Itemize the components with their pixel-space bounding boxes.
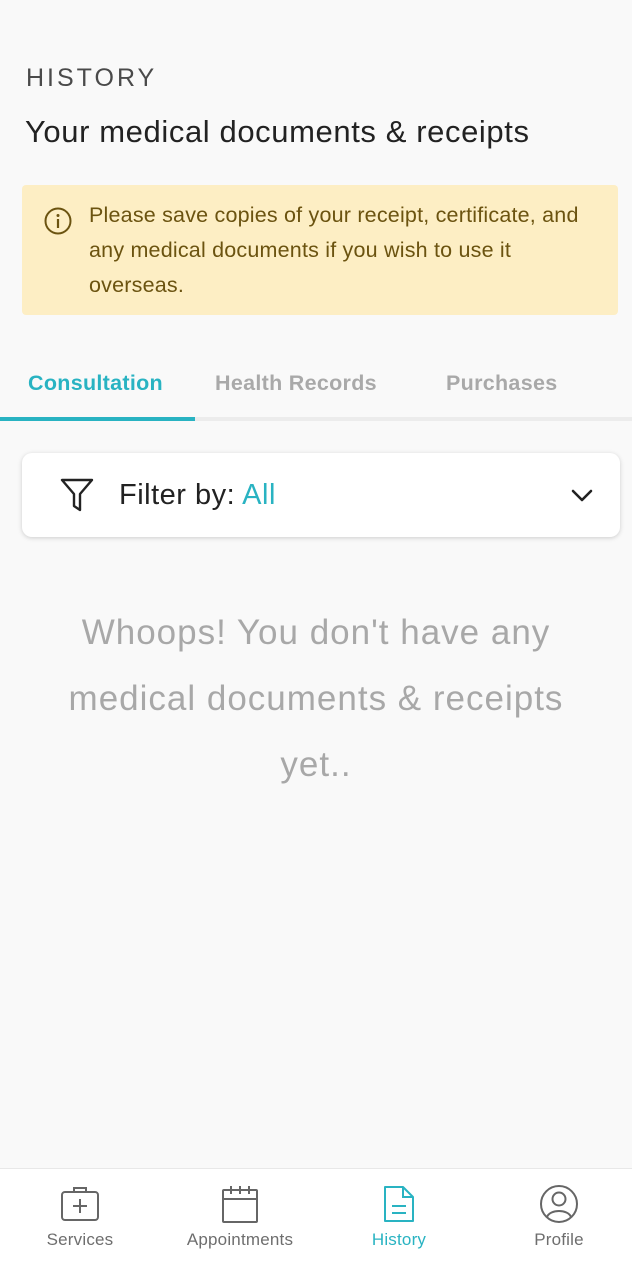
nav-item-services[interactable]: Services xyxy=(1,1169,159,1280)
notice-banner: Please save copies of your receipt, cert… xyxy=(22,185,618,315)
info-icon xyxy=(44,207,72,235)
tab-consultation[interactable]: Consultation xyxy=(28,371,163,396)
history-tabs: Consultation Health Records Purchases xyxy=(0,355,632,421)
nav-item-appointments[interactable]: Appointments xyxy=(161,1169,319,1280)
nav-label-services: Services xyxy=(46,1230,114,1249)
user-circle-icon xyxy=(540,1185,578,1223)
tab-purchases[interactable]: Purchases xyxy=(446,371,557,396)
nav-label-history: History xyxy=(371,1230,427,1249)
active-tab-indicator xyxy=(0,417,195,421)
tab-health-records[interactable]: Health Records xyxy=(215,371,377,396)
document-icon xyxy=(384,1186,414,1222)
filter-icon xyxy=(60,478,94,512)
filter-label-text: Filter by: xyxy=(119,479,236,511)
page-title: Your medical documents & receipts xyxy=(25,114,530,149)
nav-label-profile: Profile xyxy=(534,1230,584,1249)
history-screen: HISTORY Your medical documents & receipt… xyxy=(0,0,632,1280)
filter-value: All xyxy=(242,479,276,511)
calendar-icon xyxy=(222,1186,258,1223)
filter-dropdown[interactable]: Filter by: All xyxy=(22,453,620,537)
nav-item-profile[interactable]: Profile xyxy=(480,1169,632,1280)
page-eyebrow: HISTORY xyxy=(26,64,158,92)
nav-label-appointments: Appointments xyxy=(186,1230,294,1249)
bottom-navigation: Services Appointments History Profile xyxy=(0,1168,632,1280)
chevron-down-icon[interactable] xyxy=(570,484,594,506)
notice-text: Please save copies of your receipt, cert… xyxy=(89,203,579,297)
medical-bag-icon xyxy=(61,1187,99,1221)
nav-item-history[interactable]: History xyxy=(320,1169,478,1280)
filter-label: Filter by: All xyxy=(119,479,276,512)
empty-state-message: Whoops! You don't have any medical docum… xyxy=(68,613,564,784)
